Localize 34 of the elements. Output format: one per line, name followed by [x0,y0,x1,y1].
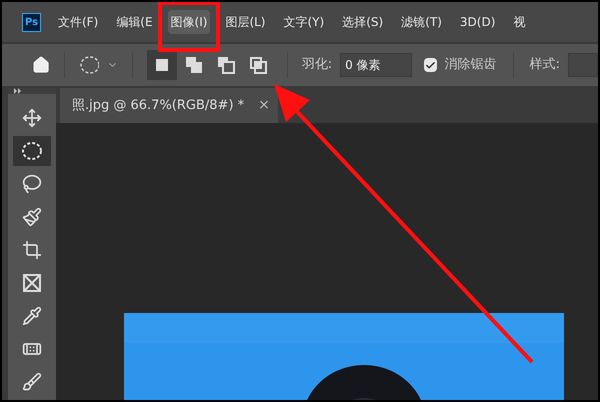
subtract-selection-icon [216,56,235,74]
tool-button[interactable] [13,136,51,166]
app-logo[interactable]: Ps [22,12,41,32]
selection-mode-button[interactable] [146,50,177,80]
menu-item[interactable]: 文字(Y) [280,10,328,34]
ellipse-marquee-icon [21,141,43,161]
expand-icon[interactable] [14,88,22,94]
menu-item[interactable]: 滤镜(T) [398,10,445,34]
crop-icon [22,240,42,260]
menu-item[interactable]: 图像(I) [168,10,210,34]
intersect-selection-icon [248,56,267,74]
new-selection-icon [154,57,170,73]
feather-field[interactable]: 0 像素 [340,53,412,77]
style-label: 样式: [530,56,560,74]
menu-item[interactable]: 图层(L) [222,10,268,34]
close-button[interactable]: × [258,95,270,116]
frame-icon [22,273,42,293]
document-tab[interactable]: 照.jpg @ 66.7%(RGB/8#) * × [60,88,278,123]
antialias-checkbox[interactable] [424,58,437,72]
ellipse-marquee-icon[interactable] [79,55,100,75]
brush-selection-icon [22,207,42,227]
menu-item[interactable]: 3D(D) [456,10,498,34]
menu-item[interactable]: 文件(F) [55,10,102,34]
antialias-label: 消除锯齿 [444,56,497,74]
move-icon [22,108,42,128]
feather-label: 羽化: [302,56,332,74]
menu-item[interactable]: 选择(S) [339,10,386,34]
eyedropper-icon [22,306,42,326]
brush-icon [22,372,42,392]
add-selection-icon [184,56,203,74]
lasso-icon [22,174,42,194]
menu-item[interactable]: 视 [510,10,528,34]
home-icon[interactable] [32,55,50,75]
menu-item[interactable]: 编辑(E [113,10,156,34]
